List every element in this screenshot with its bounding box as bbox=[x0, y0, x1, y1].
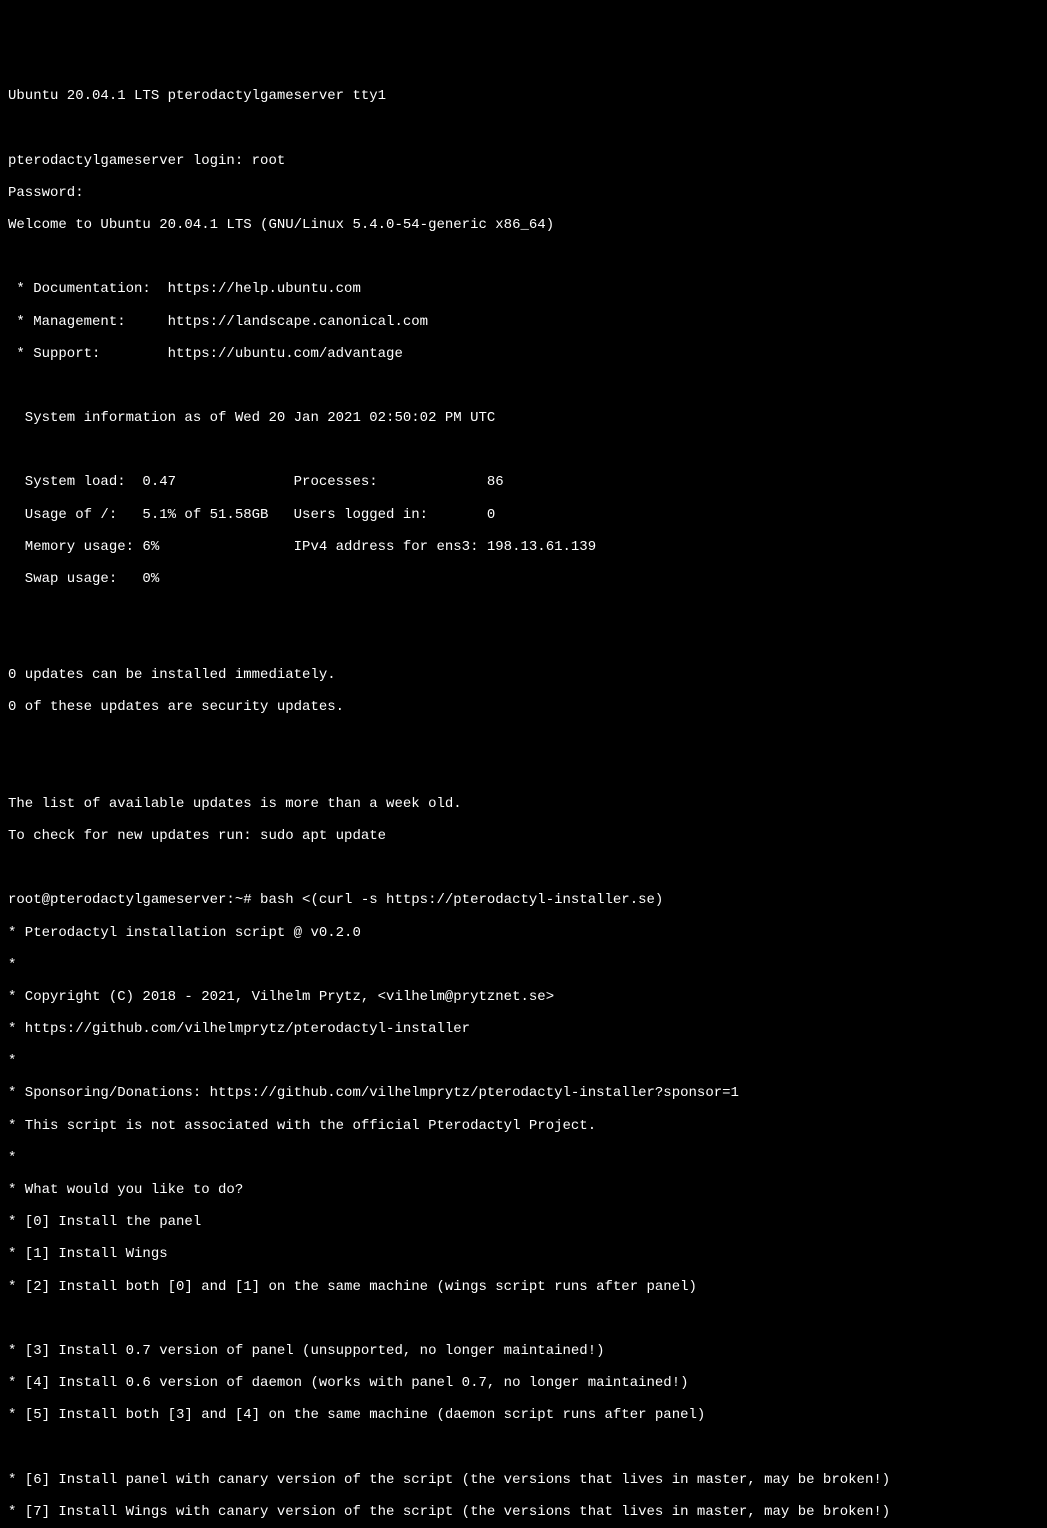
updates-old-line: The list of available updates is more th… bbox=[8, 796, 1039, 812]
blank-line bbox=[8, 249, 1039, 265]
script-sep: * bbox=[8, 1150, 1039, 1166]
script-title: * Pterodactyl installation script @ v0.2… bbox=[8, 925, 1039, 941]
menu-prompt: * What would you like to do? bbox=[8, 1182, 1039, 1198]
blank-line bbox=[8, 1311, 1039, 1327]
script-sep: * bbox=[8, 1053, 1039, 1069]
welcome-line: Welcome to Ubuntu 20.04.1 LTS (GNU/Linux… bbox=[8, 217, 1039, 233]
mgmt-link-line: * Management: https://landscape.canonica… bbox=[8, 314, 1039, 330]
menu-option-6: * [6] Install panel with canary version … bbox=[8, 1472, 1039, 1488]
copyright-line: * Copyright (C) 2018 - 2021, Vilhelm Pry… bbox=[8, 989, 1039, 1005]
menu-option-1: * [1] Install Wings bbox=[8, 1246, 1039, 1262]
prompt-command-line: root@pterodactylgameserver:~# bash <(cur… bbox=[8, 892, 1039, 908]
swap-line: Swap usage: 0% bbox=[8, 571, 1039, 587]
blank-line bbox=[8, 635, 1039, 651]
blank-line bbox=[8, 860, 1039, 876]
blank-line bbox=[8, 121, 1039, 137]
blank-line bbox=[8, 1439, 1039, 1455]
sysload-line: System load: 0.47 Processes: 86 bbox=[8, 474, 1039, 490]
blank-line bbox=[8, 603, 1039, 619]
menu-option-3: * [3] Install 0.7 version of panel (unsu… bbox=[8, 1343, 1039, 1359]
security-updates-line: 0 of these updates are security updates. bbox=[8, 699, 1039, 715]
github-line: * https://github.com/vilhelmprytz/pterod… bbox=[8, 1021, 1039, 1037]
apt-update-hint: To check for new updates run: sudo apt u… bbox=[8, 828, 1039, 844]
menu-option-0: * [0] Install the panel bbox=[8, 1214, 1039, 1230]
updates-line: 0 updates can be installed immediately. bbox=[8, 667, 1039, 683]
usage-line: Usage of /: 5.1% of 51.58GB Users logged… bbox=[8, 507, 1039, 523]
header-line: Ubuntu 20.04.1 LTS pterodactylgameserver… bbox=[8, 88, 1039, 104]
terminal[interactable]: Ubuntu 20.04.1 LTS pterodactylgameserver… bbox=[8, 72, 1039, 1528]
password-line: Password: bbox=[8, 185, 1039, 201]
sysinfo-header: System information as of Wed 20 Jan 2021… bbox=[8, 410, 1039, 426]
disclaimer-line: * This script is not associated with the… bbox=[8, 1118, 1039, 1134]
memory-line: Memory usage: 6% IPv4 address for ens3: … bbox=[8, 539, 1039, 555]
login-line: pterodactylgameserver login: root bbox=[8, 153, 1039, 169]
doc-link-line: * Documentation: https://help.ubuntu.com bbox=[8, 281, 1039, 297]
blank-line bbox=[8, 764, 1039, 780]
blank-line bbox=[8, 732, 1039, 748]
menu-option-7: * [7] Install Wings with canary version … bbox=[8, 1504, 1039, 1520]
menu-option-5: * [5] Install both [3] and [4] on the sa… bbox=[8, 1407, 1039, 1423]
blank-line bbox=[8, 442, 1039, 458]
sponsor-line: * Sponsoring/Donations: https://github.c… bbox=[8, 1085, 1039, 1101]
support-link-line: * Support: https://ubuntu.com/advantage bbox=[8, 346, 1039, 362]
script-sep: * bbox=[8, 957, 1039, 973]
blank-line bbox=[8, 378, 1039, 394]
menu-option-2: * [2] Install both [0] and [1] on the sa… bbox=[8, 1279, 1039, 1295]
menu-option-4: * [4] Install 0.6 version of daemon (wor… bbox=[8, 1375, 1039, 1391]
